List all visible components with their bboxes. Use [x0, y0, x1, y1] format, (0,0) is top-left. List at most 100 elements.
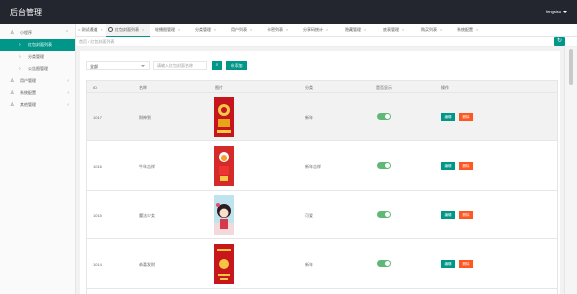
close-icon[interactable]: ×: [402, 27, 404, 32]
cell-name: 财神到: [139, 115, 151, 120]
cell-category: 新年: [305, 262, 313, 267]
delete-button[interactable]: 删除: [459, 113, 473, 121]
edit-button[interactable]: 编辑: [441, 162, 455, 170]
scrollbar-thumb[interactable]: [569, 49, 573, 85]
chevron-right-icon: ›: [19, 54, 21, 60]
sidebar-item-miniprogram[interactable]: ♙ 小程序 ⌃: [0, 27, 75, 39]
close-icon[interactable]: ×: [250, 27, 252, 32]
close-icon[interactable]: ×: [364, 27, 366, 32]
top-bar: 后台管理 fengsisu: [0, 0, 577, 24]
close-icon[interactable]: ×: [326, 27, 328, 32]
delete-button[interactable]: 删除: [459, 211, 473, 219]
cell-name: 牛年吉祥: [139, 164, 155, 169]
visibility-toggle[interactable]: [377, 211, 391, 218]
tab-label: 轮播图管理: [155, 27, 175, 32]
cell-category: 新年: [305, 115, 313, 120]
tab-banner[interactable]: 轮播图管理 ×: [153, 24, 180, 37]
close-icon[interactable]: ×: [214, 27, 216, 32]
tab-label: 分享码统计: [303, 27, 323, 32]
sidebar-item-config[interactable]: ♙ 系统配置 ‹: [0, 87, 75, 99]
tab-label: 用户列表: [231, 27, 247, 32]
tab-hidden[interactable]: 隐藏管理 ×: [343, 24, 366, 37]
tab-system[interactable]: 系统配置 ×: [455, 24, 478, 37]
cell-category: 新年吉祥: [305, 164, 321, 169]
tab-users[interactable]: 用户列表 ×: [229, 24, 252, 37]
caret-down-icon: [141, 65, 145, 67]
user-icon: ♙: [10, 90, 15, 96]
main-content: 全部 ⌕ ⊕添加 ID 名称 图片 分类 是否显示 操作 1017 财神到 新年…: [76, 47, 564, 294]
close-icon[interactable]: ×: [101, 27, 103, 32]
edit-button[interactable]: 编辑: [441, 211, 455, 219]
chevron-up-icon: ⌃: [64, 30, 69, 36]
tab-test[interactable]: ○ 测试通道 ×: [76, 24, 103, 37]
delete-button[interactable]: 删除: [459, 162, 473, 170]
tab-category[interactable]: 分类管理 ×: [193, 24, 216, 37]
column-header-image: 图片: [215, 85, 223, 90]
close-icon[interactable]: ×: [286, 27, 288, 32]
column-header-category: 分类: [305, 85, 313, 90]
sidebar-item-label: 小程序: [20, 30, 32, 35]
edit-button[interactable]: 编辑: [441, 113, 455, 121]
column-header-id: ID: [93, 85, 97, 90]
table-row: 1014 恭喜发财 新年 编辑 删除: [86, 239, 558, 289]
chevron-left-icon: ‹: [67, 102, 69, 108]
cell-id: 1015: [93, 213, 102, 218]
select-value: 全部: [90, 64, 98, 69]
cover-image: [214, 244, 234, 284]
sidebar-item-label: 用户管理: [20, 78, 36, 83]
home-icon: ○: [78, 27, 81, 32]
delete-button[interactable]: 删除: [459, 260, 473, 268]
cell-id: 1017: [93, 115, 102, 120]
tab-cover-list[interactable]: 红包封面列表 ×: [106, 24, 150, 37]
chevron-left-icon: ‹: [67, 78, 69, 84]
cover-image: [214, 195, 234, 235]
search-input[interactable]: [153, 61, 207, 70]
tab-cards[interactable]: 卡密列表 ×: [265, 24, 288, 37]
tab-label: 分类管理: [195, 27, 211, 32]
close-icon[interactable]: ×: [440, 27, 442, 32]
chevron-left-icon: ‹: [67, 90, 69, 96]
cell-id: 1014: [93, 262, 102, 267]
visibility-toggle[interactable]: [377, 162, 391, 169]
table-row: 1017 财神到 新年 编辑 删除: [86, 93, 558, 141]
table-row: [86, 289, 558, 294]
close-icon[interactable]: ×: [142, 27, 144, 32]
table-row: 1016 牛年吉祥 新年吉祥 编辑 删除: [86, 141, 558, 191]
sidebar-item-label: 其他管理: [20, 102, 36, 107]
close-icon[interactable]: ×: [178, 27, 180, 32]
sidebar: ♙ 小程序 ⌃ › 红包封面列表 › 分类管理 › 公告图管理 ♙ 用户管理 ‹…: [0, 24, 76, 294]
cell-category: 可爱: [305, 213, 313, 218]
breadcrumb-bar: 首页 / 红包封面列表 ↻: [76, 37, 577, 47]
tab-label: 系统配置: [457, 27, 473, 32]
user-menu[interactable]: fengsisu: [546, 9, 567, 14]
tab-label: 隐藏管理: [345, 27, 361, 32]
close-icon[interactable]: ×: [476, 27, 478, 32]
page-scrollbar[interactable]: [564, 47, 577, 294]
refresh-button[interactable]: ↻: [554, 37, 565, 46]
tab-label: 底表管理: [383, 27, 399, 32]
category-select[interactable]: 全部: [86, 61, 150, 70]
search-button[interactable]: ⌕: [212, 61, 222, 70]
sidebar-subitem-label: 公告图管理: [28, 66, 48, 71]
visibility-toggle[interactable]: [377, 260, 391, 267]
add-label: 添加: [234, 63, 243, 68]
column-header-visible: 是否显示: [376, 85, 392, 90]
breadcrumb: 首页 / 红包封面列表: [79, 39, 115, 44]
sidebar-subitem-banner[interactable]: › 公告图管理: [0, 63, 75, 75]
edit-button[interactable]: 编辑: [441, 260, 455, 268]
chevron-right-icon: ›: [19, 66, 21, 72]
visibility-toggle[interactable]: [377, 113, 391, 120]
cell-name: 恭喜发财: [139, 262, 155, 267]
tab-purchase[interactable]: 购买列表 ×: [419, 24, 442, 37]
sidebar-subitem-cover-list[interactable]: › 红包封面列表: [0, 39, 75, 51]
sidebar-subitem-category[interactable]: › 分类管理: [0, 51, 75, 63]
app-logo: 后台管理: [10, 8, 42, 17]
sidebar-subitem-label: 红包封面列表: [28, 42, 52, 47]
tab-bottom[interactable]: 底表管理 ×: [381, 24, 404, 37]
add-button[interactable]: ⊕添加: [226, 61, 247, 70]
search-icon: ⌕: [215, 62, 219, 68]
tab-share-stats[interactable]: 分享码统计 ×: [301, 24, 328, 37]
sidebar-item-other[interactable]: ♙ 其他管理 ‹: [0, 99, 75, 111]
user-icon: ♙: [10, 78, 15, 84]
sidebar-item-users[interactable]: ♙ 用户管理 ‹: [0, 75, 75, 87]
